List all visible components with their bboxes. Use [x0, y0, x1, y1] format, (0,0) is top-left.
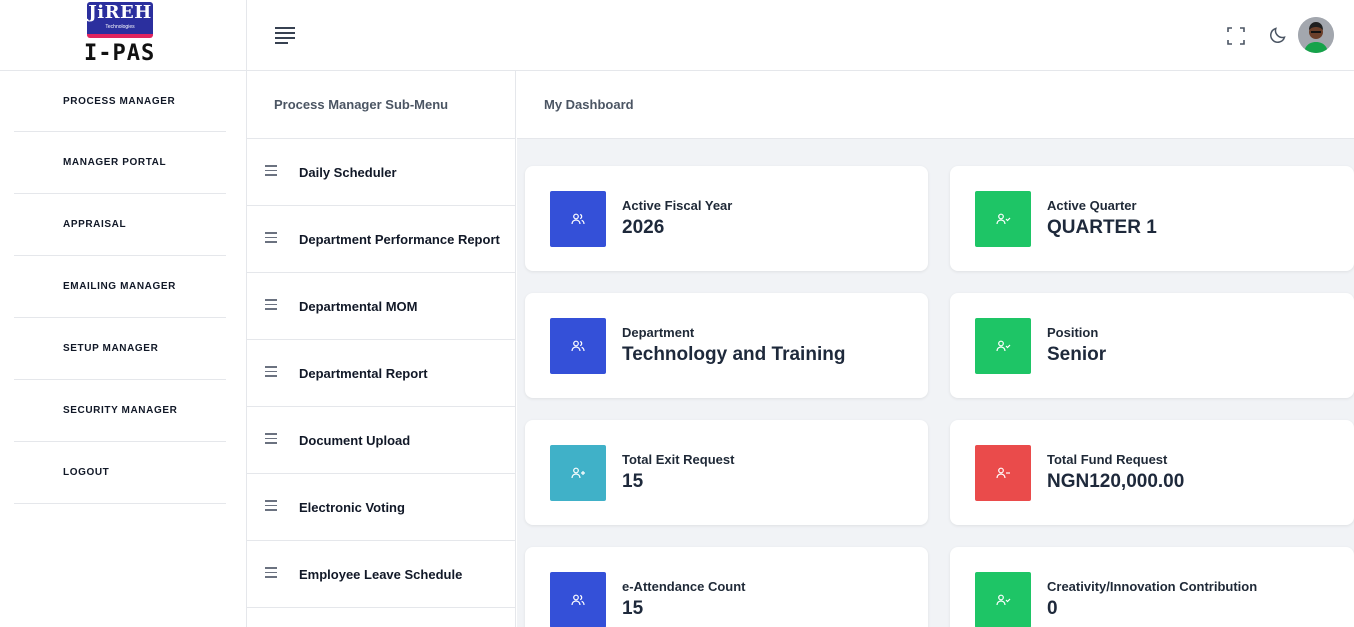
sidebar-item-security-manager[interactable]: SECURITY MANAGER — [14, 380, 226, 442]
card-label: Total Exit Request — [622, 452, 735, 467]
card-value: NGN120,000.00 — [1047, 471, 1185, 492]
sidebar-item-logout[interactable]: LOGOUT — [14, 442, 226, 504]
users-icon — [550, 191, 606, 247]
card-active-fiscal-year: Active Fiscal Year 2026 — [525, 166, 928, 271]
avatar[interactable] — [1298, 17, 1334, 53]
card-value: 0 — [1047, 598, 1058, 619]
card-value: Technology and Training — [622, 344, 846, 365]
submenu-item-document-upload[interactable]: Document Upload — [247, 407, 515, 474]
brand-tagline: Technologies — [105, 24, 135, 30]
card-value: Senior — [1047, 344, 1107, 365]
app-page: JiREH Technologies I-PAS PROCESS MANAGER… — [0, 0, 1354, 627]
submenu-item-electronic-voting[interactable]: Electronic Voting — [247, 474, 515, 541]
card-label: Department — [622, 325, 695, 340]
card-value: 15 — [622, 471, 644, 492]
dashboard-cards: Active Fiscal Year 2026 Active Quarter Q… — [517, 139, 1354, 627]
card-department: Department Technology and Training — [525, 293, 928, 398]
main-sidebar: JiREH Technologies I-PAS PROCESS MANAGER… — [0, 0, 247, 627]
menu-toggle-icon[interactable] — [275, 27, 295, 44]
submenu-panel: Process Manager Sub-Menu Daily Scheduler… — [247, 71, 516, 627]
brand-name: JiREH — [88, 2, 152, 23]
card-total-fund-request: Total Fund Request NGN120,000.00 — [950, 420, 1354, 525]
hamburger-icon — [265, 433, 277, 447]
user-check-icon — [975, 572, 1031, 627]
card-label: e-Attendance Count — [622, 579, 746, 594]
card-active-quarter: Active Quarter QUARTER 1 — [950, 166, 1354, 271]
sidebar-item-appraisal[interactable]: APPRAISAL — [14, 194, 226, 256]
card-e-attendance-count: e-Attendance Count 15 — [525, 547, 928, 627]
submenu-item-label: Departmental MOM — [299, 298, 418, 314]
sidebar-item-setup-manager[interactable]: SETUP MANAGER — [14, 318, 226, 380]
hamburger-icon — [265, 500, 277, 514]
logo[interactable]: JiREH Technologies I-PAS — [0, 0, 246, 71]
submenu-title: Process Manager Sub-Menu — [247, 71, 515, 139]
submenu-item-label: Electronic Voting — [299, 499, 405, 515]
submenu-item-department-performance-report[interactable]: Department Performance Report — [247, 206, 515, 273]
hamburger-icon — [265, 232, 277, 246]
sidebar-item-manager-portal[interactable]: MANAGER PORTAL — [14, 132, 226, 194]
card-value: QUARTER 1 — [1047, 217, 1157, 238]
submenu-item-employee-leave-schedule[interactable]: Employee Leave Schedule — [247, 541, 515, 608]
user-check-icon — [975, 191, 1031, 247]
card-label: Creativity/Innovation Contribution — [1047, 579, 1258, 594]
card-position: Position Senior — [950, 293, 1354, 398]
hamburger-icon — [265, 299, 277, 313]
top-header — [247, 0, 1354, 71]
moon-icon[interactable] — [1269, 26, 1287, 44]
dashboard-title: My Dashboard — [517, 71, 1354, 139]
hamburger-icon — [265, 366, 277, 380]
users-icon — [550, 572, 606, 627]
app-name: I-PAS — [84, 41, 156, 66]
user-minus-icon — [975, 445, 1031, 501]
hamburger-icon — [265, 165, 277, 179]
hamburger-icon — [265, 567, 277, 581]
card-value: 15 — [622, 598, 644, 619]
submenu-item-label: Departmental Report — [299, 365, 428, 381]
sidebar-nav: PROCESS MANAGER MANAGER PORTAL APPRAISAL… — [0, 71, 246, 504]
submenu-item-departmental-report[interactable]: Departmental Report — [247, 340, 515, 407]
card-label: Active Fiscal Year — [622, 198, 733, 213]
card-label: Position — [1047, 325, 1099, 340]
brand-badge: JiREH Technologies — [87, 2, 153, 38]
submenu-item-label: Employee Leave Schedule — [299, 566, 463, 582]
users-icon — [550, 318, 606, 374]
user-plus-icon — [550, 445, 606, 501]
fullscreen-icon[interactable] — [1227, 27, 1245, 45]
submenu-item-label: Department Performance Report — [299, 231, 500, 247]
card-creativity-innovation-contribution: Creativity/Innovation Contribution 0 — [950, 547, 1354, 627]
card-total-exit-request: Total Exit Request 15 — [525, 420, 928, 525]
submenu-item-departmental-mom[interactable]: Departmental MOM — [247, 273, 515, 340]
card-label: Total Fund Request — [1047, 452, 1168, 467]
sidebar-item-emailing-manager[interactable]: EMAILING MANAGER — [14, 256, 226, 318]
user-check-icon — [975, 318, 1031, 374]
submenu-item-label: Daily Scheduler — [299, 164, 397, 180]
sidebar-item-process-manager[interactable]: PROCESS MANAGER — [14, 71, 226, 132]
submenu-item-daily-scheduler[interactable]: Daily Scheduler — [247, 139, 515, 206]
card-value: 2026 — [622, 217, 665, 238]
submenu-item-label: Document Upload — [299, 432, 411, 448]
card-label: Active Quarter — [1047, 198, 1137, 213]
